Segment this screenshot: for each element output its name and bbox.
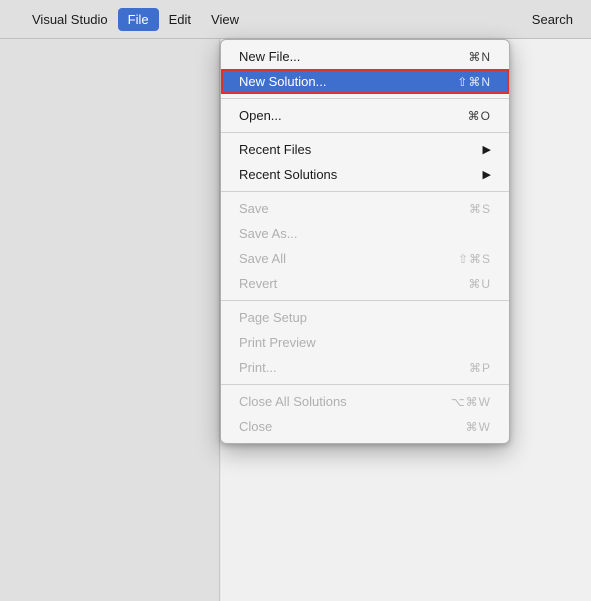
menu-item-print-shortcut: ⌘P	[469, 361, 491, 375]
menu-item-save-label: Save	[239, 201, 269, 216]
separator-2	[221, 132, 509, 133]
menu-item-print-preview[interactable]: Print Preview	[221, 330, 509, 355]
separator-4	[221, 300, 509, 301]
menu-bar: Visual Studio File Edit View Search	[0, 0, 591, 39]
menu-item-save-as[interactable]: Save As...	[221, 221, 509, 246]
menu-item-new-solution-shortcut: ⇧⌘N	[457, 75, 491, 89]
menu-item-page-setup[interactable]: Page Setup	[221, 305, 509, 330]
menu-item-revert-shortcut: ⌘U	[468, 277, 491, 291]
menu-item-print[interactable]: Print... ⌘P	[221, 355, 509, 380]
menu-item-save-as-label: Save As...	[239, 226, 298, 241]
menu-item-close-all-solutions[interactable]: Close All Solutions ⌥⌘W	[221, 389, 509, 414]
separator-1	[221, 98, 509, 99]
menu-item-save[interactable]: Save ⌘S	[221, 196, 509, 221]
menu-bar-file[interactable]: File	[118, 8, 159, 31]
menu-item-save-all[interactable]: Save All ⇧⌘S	[221, 246, 509, 271]
menu-item-print-label: Print...	[239, 360, 277, 375]
menu-bar-edit[interactable]: Edit	[159, 8, 201, 31]
menu-item-page-setup-label: Page Setup	[239, 310, 307, 325]
menu-item-new-solution-label: New Solution...	[239, 74, 326, 89]
menu-item-recent-solutions[interactable]: Recent Solutions ▶	[221, 162, 509, 187]
menu-item-close-all-solutions-label: Close All Solutions	[239, 394, 347, 409]
menu-item-recent-files-label: Recent Files	[239, 142, 311, 157]
menu-item-close-all-solutions-shortcut: ⌥⌘W	[451, 395, 491, 409]
menu-item-print-preview-label: Print Preview	[239, 335, 316, 350]
menu-item-open[interactable]: Open... ⌘O	[221, 103, 509, 128]
menu-item-new-solution[interactable]: New Solution... ⇧⌘N	[221, 69, 509, 94]
menu-item-close-label: Close	[239, 419, 272, 434]
file-dropdown-menu: New File... ⌘N New Solution... ⇧⌘N Open.…	[220, 39, 510, 444]
menu-item-new-file-label: New File...	[239, 49, 300, 64]
menu-item-save-all-shortcut: ⇧⌘S	[458, 252, 491, 266]
menu-item-close-shortcut: ⌘W	[466, 420, 491, 434]
menu-item-save-shortcut: ⌘S	[469, 202, 491, 216]
menu-item-revert-label: Revert	[239, 276, 277, 291]
separator-3	[221, 191, 509, 192]
separator-5	[221, 384, 509, 385]
menu-item-new-file-shortcut: ⌘N	[468, 50, 491, 64]
menu-item-recent-files[interactable]: Recent Files ▶	[221, 137, 509, 162]
menu-bar-search[interactable]: Search	[522, 8, 583, 31]
menu-item-close[interactable]: Close ⌘W	[221, 414, 509, 439]
menu-item-recent-solutions-label: Recent Solutions	[239, 167, 337, 182]
submenu-arrow-recent-files: ▶	[483, 143, 491, 156]
menu-item-open-shortcut: ⌘O	[468, 109, 491, 123]
menu-item-new-file[interactable]: New File... ⌘N	[221, 44, 509, 69]
sidebar	[0, 39, 220, 601]
submenu-arrow-recent-solutions: ▶	[483, 168, 491, 181]
menu-item-save-all-label: Save All	[239, 251, 286, 266]
menu-bar-view[interactable]: View	[201, 8, 249, 31]
menu-item-revert[interactable]: Revert ⌘U	[221, 271, 509, 296]
menu-item-open-label: Open...	[239, 108, 282, 123]
menu-bar-visual-studio[interactable]: Visual Studio	[22, 8, 118, 31]
